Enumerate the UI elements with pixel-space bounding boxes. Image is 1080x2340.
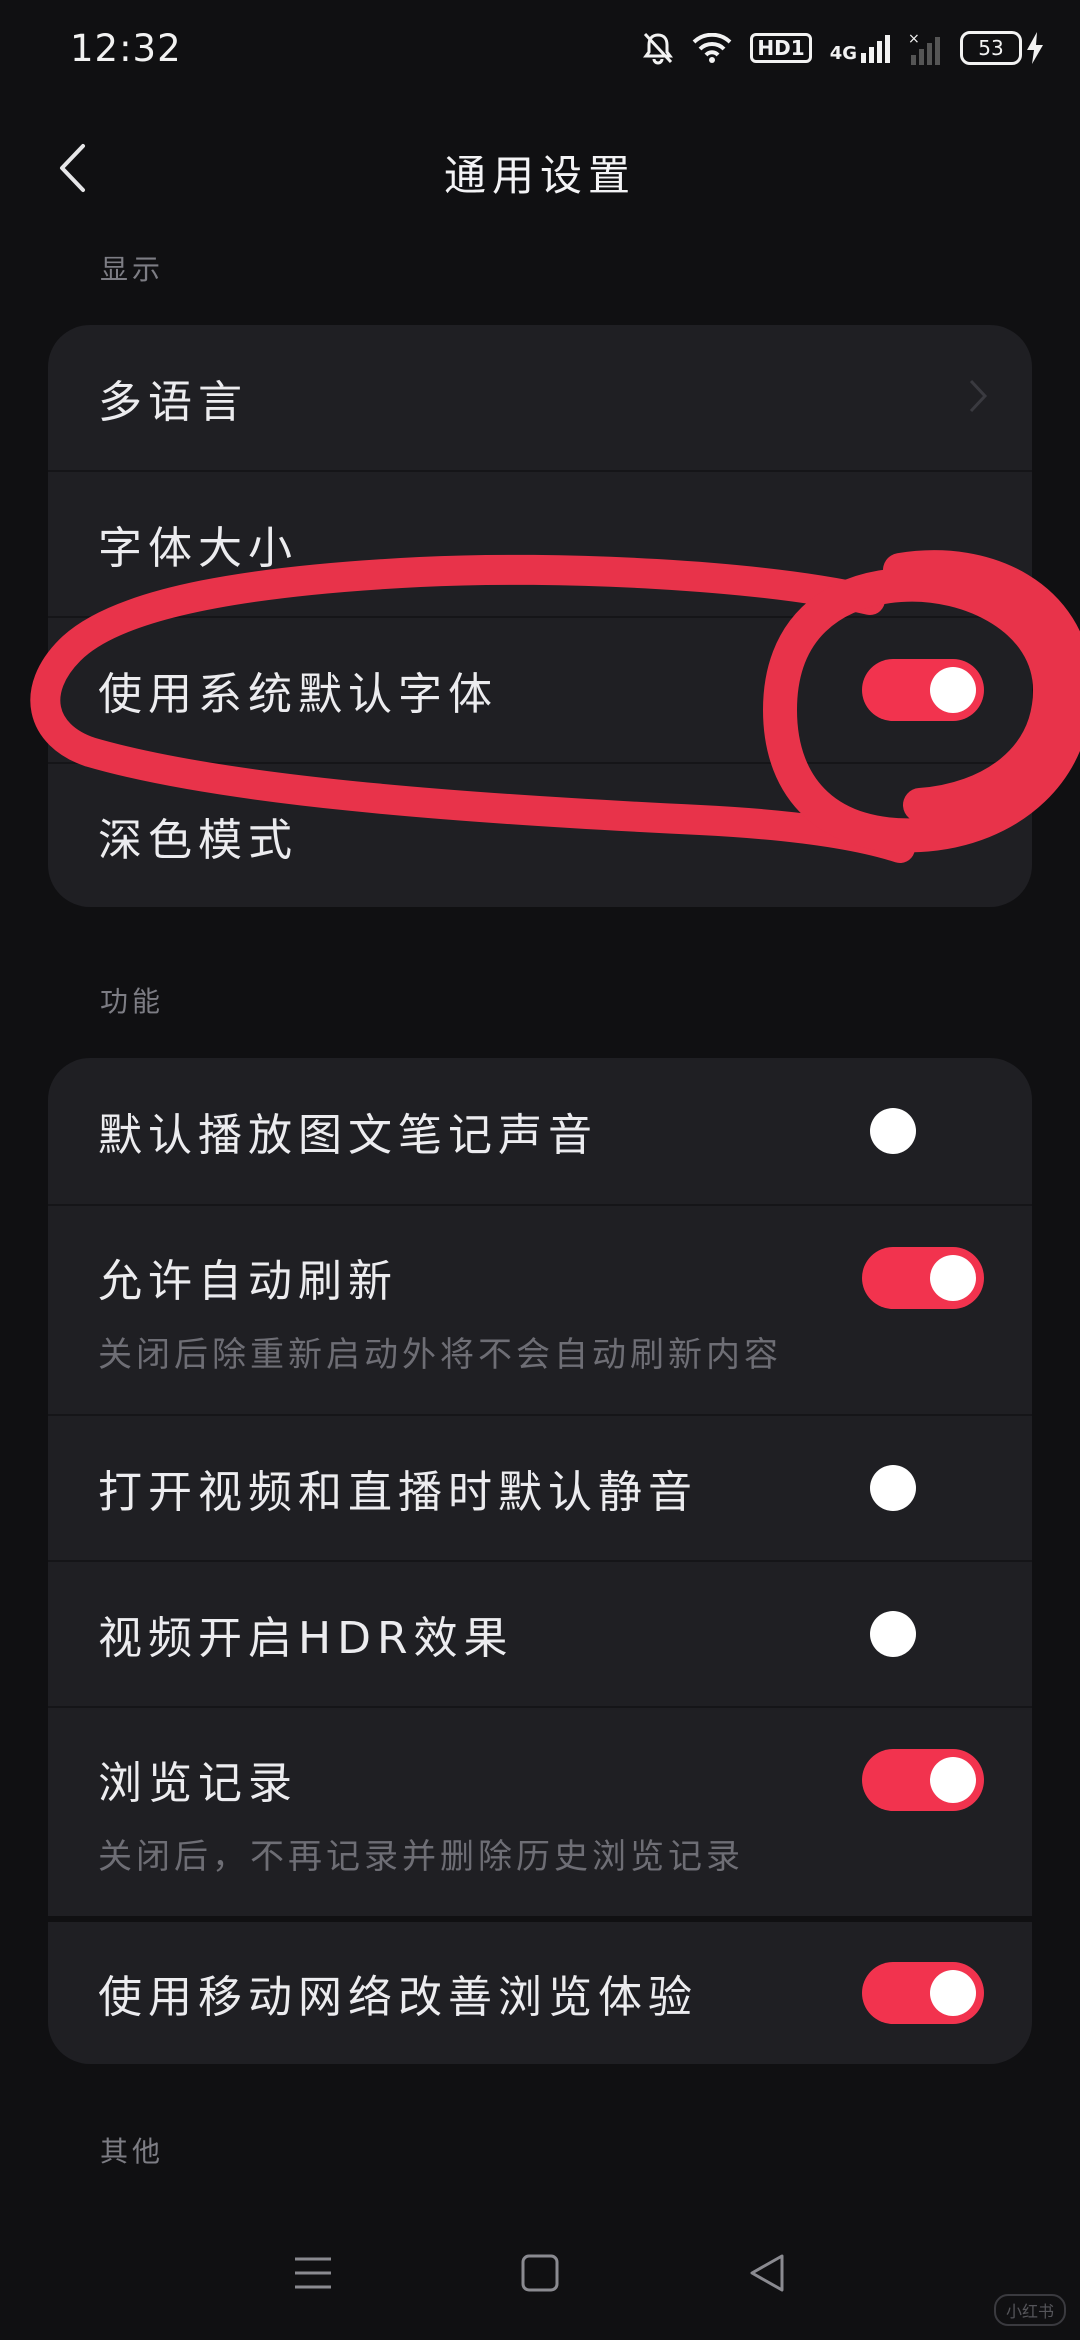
setting-label: 浏览记录 xyxy=(98,1757,298,1809)
setting-system-font: 使用系统默认字体 xyxy=(48,616,1032,762)
signal-secondary-icon: × xyxy=(908,31,942,65)
setting-label: 允许自动刷新 xyxy=(98,1255,398,1307)
signal-icon: 4G xyxy=(830,33,890,63)
svg-text:×: × xyxy=(908,31,920,47)
nav-back-button[interactable] xyxy=(727,2235,807,2315)
setting-dark-mode[interactable]: 深色模式 xyxy=(48,762,1032,907)
chevron-right-icon xyxy=(968,378,988,418)
system-navigation-bar xyxy=(0,2220,1080,2330)
hd-badge: HD1 xyxy=(750,33,812,63)
toggle-knob xyxy=(870,1108,916,1154)
setting-label: 使用系统默认字体 xyxy=(98,669,498,720)
function-settings-card: 默认播放图文笔记声音 允许自动刷新 关闭后除重新启动外将不会自动刷新内容 打开视… xyxy=(48,1058,1032,2064)
toggle-knob xyxy=(930,1757,976,1803)
header: 通用设置 xyxy=(0,110,1080,230)
auto-refresh-toggle[interactable] xyxy=(862,1247,984,1309)
setting-mute-default: 打开视频和直播时默认静音 xyxy=(48,1414,1032,1560)
mobile-network-toggle[interactable] xyxy=(862,1962,984,2024)
toggle-knob xyxy=(930,1970,976,2016)
home-square-icon xyxy=(521,2254,559,2296)
battery-indicator: 53 xyxy=(960,31,1044,65)
status-time: 12:32 xyxy=(70,26,182,70)
status-bar: 12:32 HD1 4G × 53 xyxy=(0,0,1080,96)
display-settings-card: 多语言 字体大小 使用系统默认字体 深色模式 xyxy=(48,325,1032,907)
back-triangle-icon xyxy=(749,2253,785,2297)
setting-hdr: 视频开启HDR效果 xyxy=(48,1560,1032,1706)
toggle-knob xyxy=(870,1611,916,1657)
setting-history: 浏览记录 关闭后，不再记录并删除历史浏览记录 xyxy=(48,1706,1032,1916)
charging-icon xyxy=(1026,32,1044,64)
toggle-knob xyxy=(930,1255,976,1301)
hdr-toggle[interactable] xyxy=(862,1603,984,1665)
setting-auto-refresh: 允许自动刷新 关闭后除重新启动外将不会自动刷新内容 xyxy=(48,1204,1032,1414)
mute-default-toggle[interactable] xyxy=(862,1457,984,1519)
setting-label: 使用移动网络改善浏览体验 xyxy=(98,1972,698,2023)
status-icons: HD1 4G × 53 xyxy=(642,31,1044,65)
section-label-function: 功能 xyxy=(100,985,165,1018)
home-button[interactable] xyxy=(500,2235,580,2315)
setting-label: 视频开启HDR效果 xyxy=(98,1613,514,1664)
setting-description: 关闭后，不再记录并删除历史浏览记录 xyxy=(98,1836,744,1877)
wifi-icon xyxy=(692,33,732,63)
setting-mobile-network: 使用移动网络改善浏览体验 xyxy=(48,1916,1032,2064)
setting-label: 多语言 xyxy=(98,376,248,428)
watermark: 小红书 xyxy=(993,2294,1066,2326)
setting-label: 深色模式 xyxy=(98,814,298,866)
battery-level: 53 xyxy=(960,31,1022,65)
history-toggle[interactable] xyxy=(862,1749,984,1811)
network-type: 4G xyxy=(829,43,857,64)
setting-label: 字体大小 xyxy=(98,523,298,574)
section-label-other: 其他 xyxy=(100,2135,165,2168)
menu-button[interactable] xyxy=(273,2235,353,2315)
setting-label: 打开视频和直播时默认静音 xyxy=(98,1467,698,1518)
setting-description: 关闭后除重新启动外将不会自动刷新内容 xyxy=(98,1334,782,1375)
system-font-toggle[interactable] xyxy=(862,659,984,721)
toggle-knob xyxy=(930,667,976,713)
page-title: 通用设置 xyxy=(443,151,636,200)
autoplay-sound-toggle[interactable] xyxy=(862,1100,984,1162)
setting-autoplay-sound: 默认播放图文笔记声音 xyxy=(48,1058,1032,1204)
setting-multi-language[interactable]: 多语言 xyxy=(48,325,1032,470)
section-label-display: 显示 xyxy=(100,253,165,286)
menu-icon xyxy=(293,2256,333,2294)
bell-muted-icon xyxy=(642,31,674,65)
toggle-knob xyxy=(870,1465,916,1511)
setting-label: 默认播放图文笔记声音 xyxy=(98,1110,598,1161)
setting-font-size[interactable]: 字体大小 xyxy=(48,470,1032,616)
